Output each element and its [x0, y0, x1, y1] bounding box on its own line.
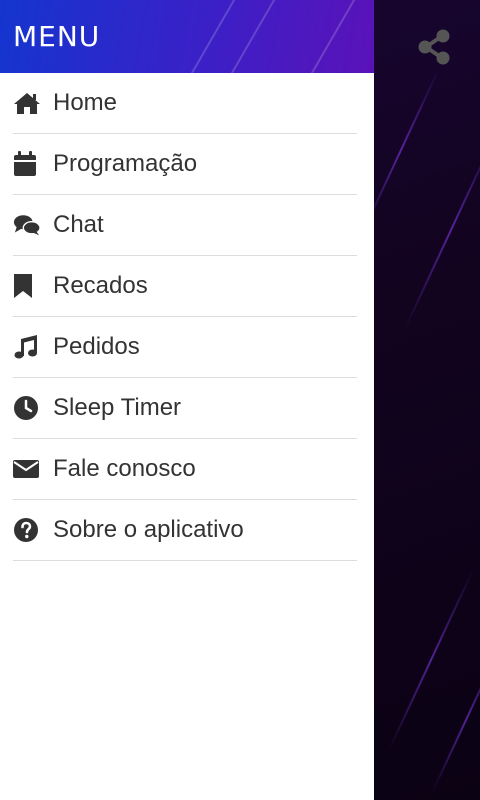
- menu-item-pedidos[interactable]: Pedidos: [13, 317, 357, 378]
- header-streak: [180, 0, 242, 73]
- home-icon: [13, 89, 41, 117]
- background-streak: [387, 568, 475, 752]
- navigation-drawer: MENU Home Programação Chat Recados Pedid…: [0, 0, 374, 800]
- background-streak: [431, 647, 480, 793]
- menu-item-recados[interactable]: Recados: [13, 256, 357, 317]
- music-icon: [13, 333, 41, 361]
- question-circle-icon: [13, 516, 41, 544]
- header-streak: [300, 0, 362, 73]
- menu-item-programacao[interactable]: Programação: [13, 134, 357, 195]
- bookmark-icon: [13, 272, 41, 300]
- menu-item-label: Programação: [53, 150, 198, 177]
- menu-item-label: Recados: [53, 272, 148, 299]
- menu-item-label: Fale conosco: [53, 455, 196, 482]
- menu-item-fale-conosco[interactable]: Fale conosco: [13, 439, 357, 500]
- share-icon[interactable]: [416, 28, 454, 66]
- menu-item-label: Pedidos: [53, 333, 140, 360]
- menu-item-chat[interactable]: Chat: [13, 195, 357, 256]
- menu-item-label: Home: [53, 89, 118, 116]
- menu-item-label: Sleep Timer: [53, 394, 182, 421]
- clock-icon: [13, 394, 41, 422]
- background-streak: [403, 129, 480, 331]
- drawer-title: MENU: [13, 20, 101, 53]
- drawer-header: MENU: [0, 0, 374, 73]
- menu-item-label: Sobre o aplicativo: [53, 516, 244, 543]
- menu-item-sleep-timer[interactable]: Sleep Timer: [13, 378, 357, 439]
- menu-item-sobre[interactable]: Sobre o aplicativo: [13, 500, 357, 561]
- menu-item-home[interactable]: Home: [13, 73, 357, 134]
- calendar-icon: [13, 150, 41, 178]
- chat-icon: [13, 211, 41, 239]
- envelope-icon: [13, 455, 41, 483]
- menu-list: Home Programação Chat Recados Pedidos Sl…: [0, 73, 374, 561]
- menu-item-label: Chat: [53, 211, 104, 238]
- header-streak: [220, 0, 282, 73]
